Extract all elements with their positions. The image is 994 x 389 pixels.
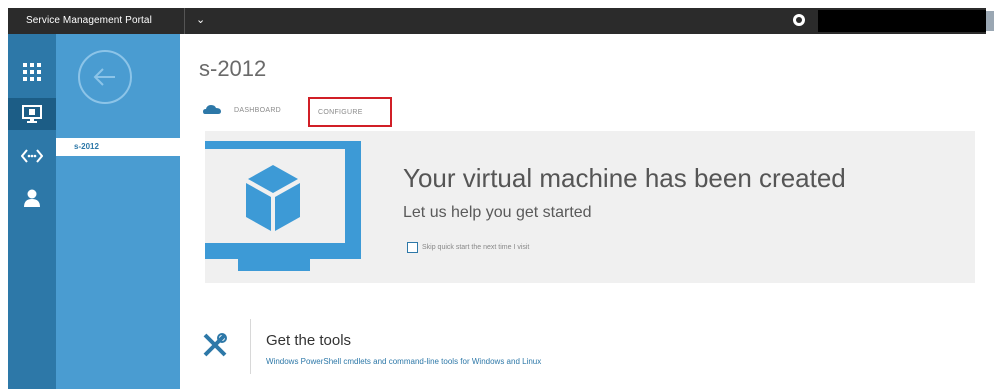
quick-start-subtitle: Let us help you get started	[403, 204, 592, 221]
tools-title: Get the tools	[266, 332, 352, 349]
main-content: s-2012 DASHBOARD CONFIGURE Your virtual …	[180, 34, 986, 389]
account-avatar-icon[interactable]	[986, 11, 994, 31]
skip-quick-start-checkbox[interactable]: Skip quick start the next time I visit	[403, 242, 529, 253]
network-icon	[21, 149, 43, 163]
account-name-redacted[interactable]	[818, 10, 986, 32]
menu-chevron-icon[interactable]: ⌄	[196, 13, 205, 26]
skip-quick-start-label: Skip quick start the next time I visit	[422, 244, 530, 251]
tab-configure-label: CONFIGURE	[318, 109, 363, 116]
nav-item-networks[interactable]	[8, 140, 56, 172]
left-nav	[8, 34, 56, 389]
monitor-icon	[22, 105, 42, 123]
checkbox-box[interactable]	[407, 242, 418, 253]
top-bar: Service Management Portal ⌄	[8, 8, 994, 34]
portal-title[interactable]: Service Management Portal	[26, 15, 152, 26]
tab-configure[interactable]: CONFIGURE	[308, 97, 392, 127]
virtual-machine-monitor-icon	[205, 141, 361, 271]
cloud-dashboard-icon	[203, 105, 221, 114]
nav-item-users[interactable]	[8, 182, 56, 214]
quick-start-panel: Your virtual machine has been created Le…	[205, 131, 975, 283]
nav-item-virtual-machines[interactable]	[8, 98, 56, 130]
subnav-item-label: s-2012	[74, 142, 99, 151]
globe-icon[interactable]	[793, 14, 805, 26]
nav-item-all-items[interactable]	[8, 56, 56, 88]
tools-icon	[203, 333, 227, 357]
grid-icon	[23, 63, 41, 81]
topbar-divider	[184, 8, 185, 34]
tools-divider	[250, 319, 251, 374]
back-arrow-icon	[93, 68, 115, 86]
sub-nav: s-2012	[56, 34, 180, 389]
quick-start-title: Your virtual machine has been created	[403, 163, 846, 193]
user-icon	[24, 189, 40, 207]
tab-dashboard[interactable]: DASHBOARD	[234, 107, 281, 114]
back-button[interactable]	[78, 50, 132, 104]
tools-link[interactable]: Windows PowerShell cmdlets and command-l…	[266, 357, 541, 366]
page-title: s-2012	[199, 56, 267, 81]
subnav-item-s-2012[interactable]: s-2012	[56, 138, 180, 156]
